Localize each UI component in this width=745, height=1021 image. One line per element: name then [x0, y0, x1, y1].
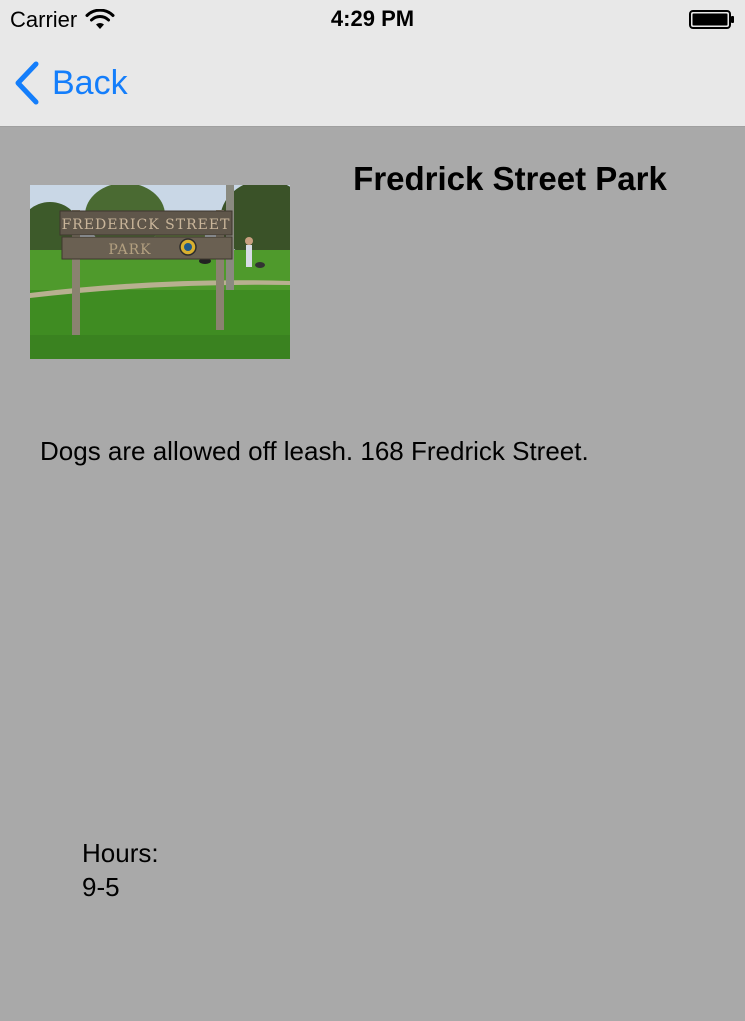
status-bar: Carrier 4:29 PM — [0, 0, 745, 40]
back-label: Back — [52, 64, 128, 102]
chevron-left-icon — [15, 61, 39, 105]
status-time: 4:29 PM — [330, 6, 415, 31]
svg-text:PARK: PARK — [108, 242, 151, 258]
back-button[interactable]: Back — [12, 60, 128, 106]
park-detail-screen: Carrier 4:29 PM Back FREDERICK STREET PA… — [0, 0, 745, 1021]
battery-icon — [689, 10, 734, 29]
park-description: Dogs are allowed off leash. 168 Fredrick… — [40, 436, 589, 466]
park-photo: FREDERICK STREET PARK — [30, 185, 290, 359]
hours-value: 9-5 — [82, 872, 120, 902]
svg-text:FREDERICK STREET: FREDERICK STREET — [62, 217, 231, 233]
park-title: Fredrick Street Park — [353, 160, 667, 197]
hours-label: Hours: — [82, 838, 159, 868]
navigation-bar: Back — [0, 40, 745, 127]
